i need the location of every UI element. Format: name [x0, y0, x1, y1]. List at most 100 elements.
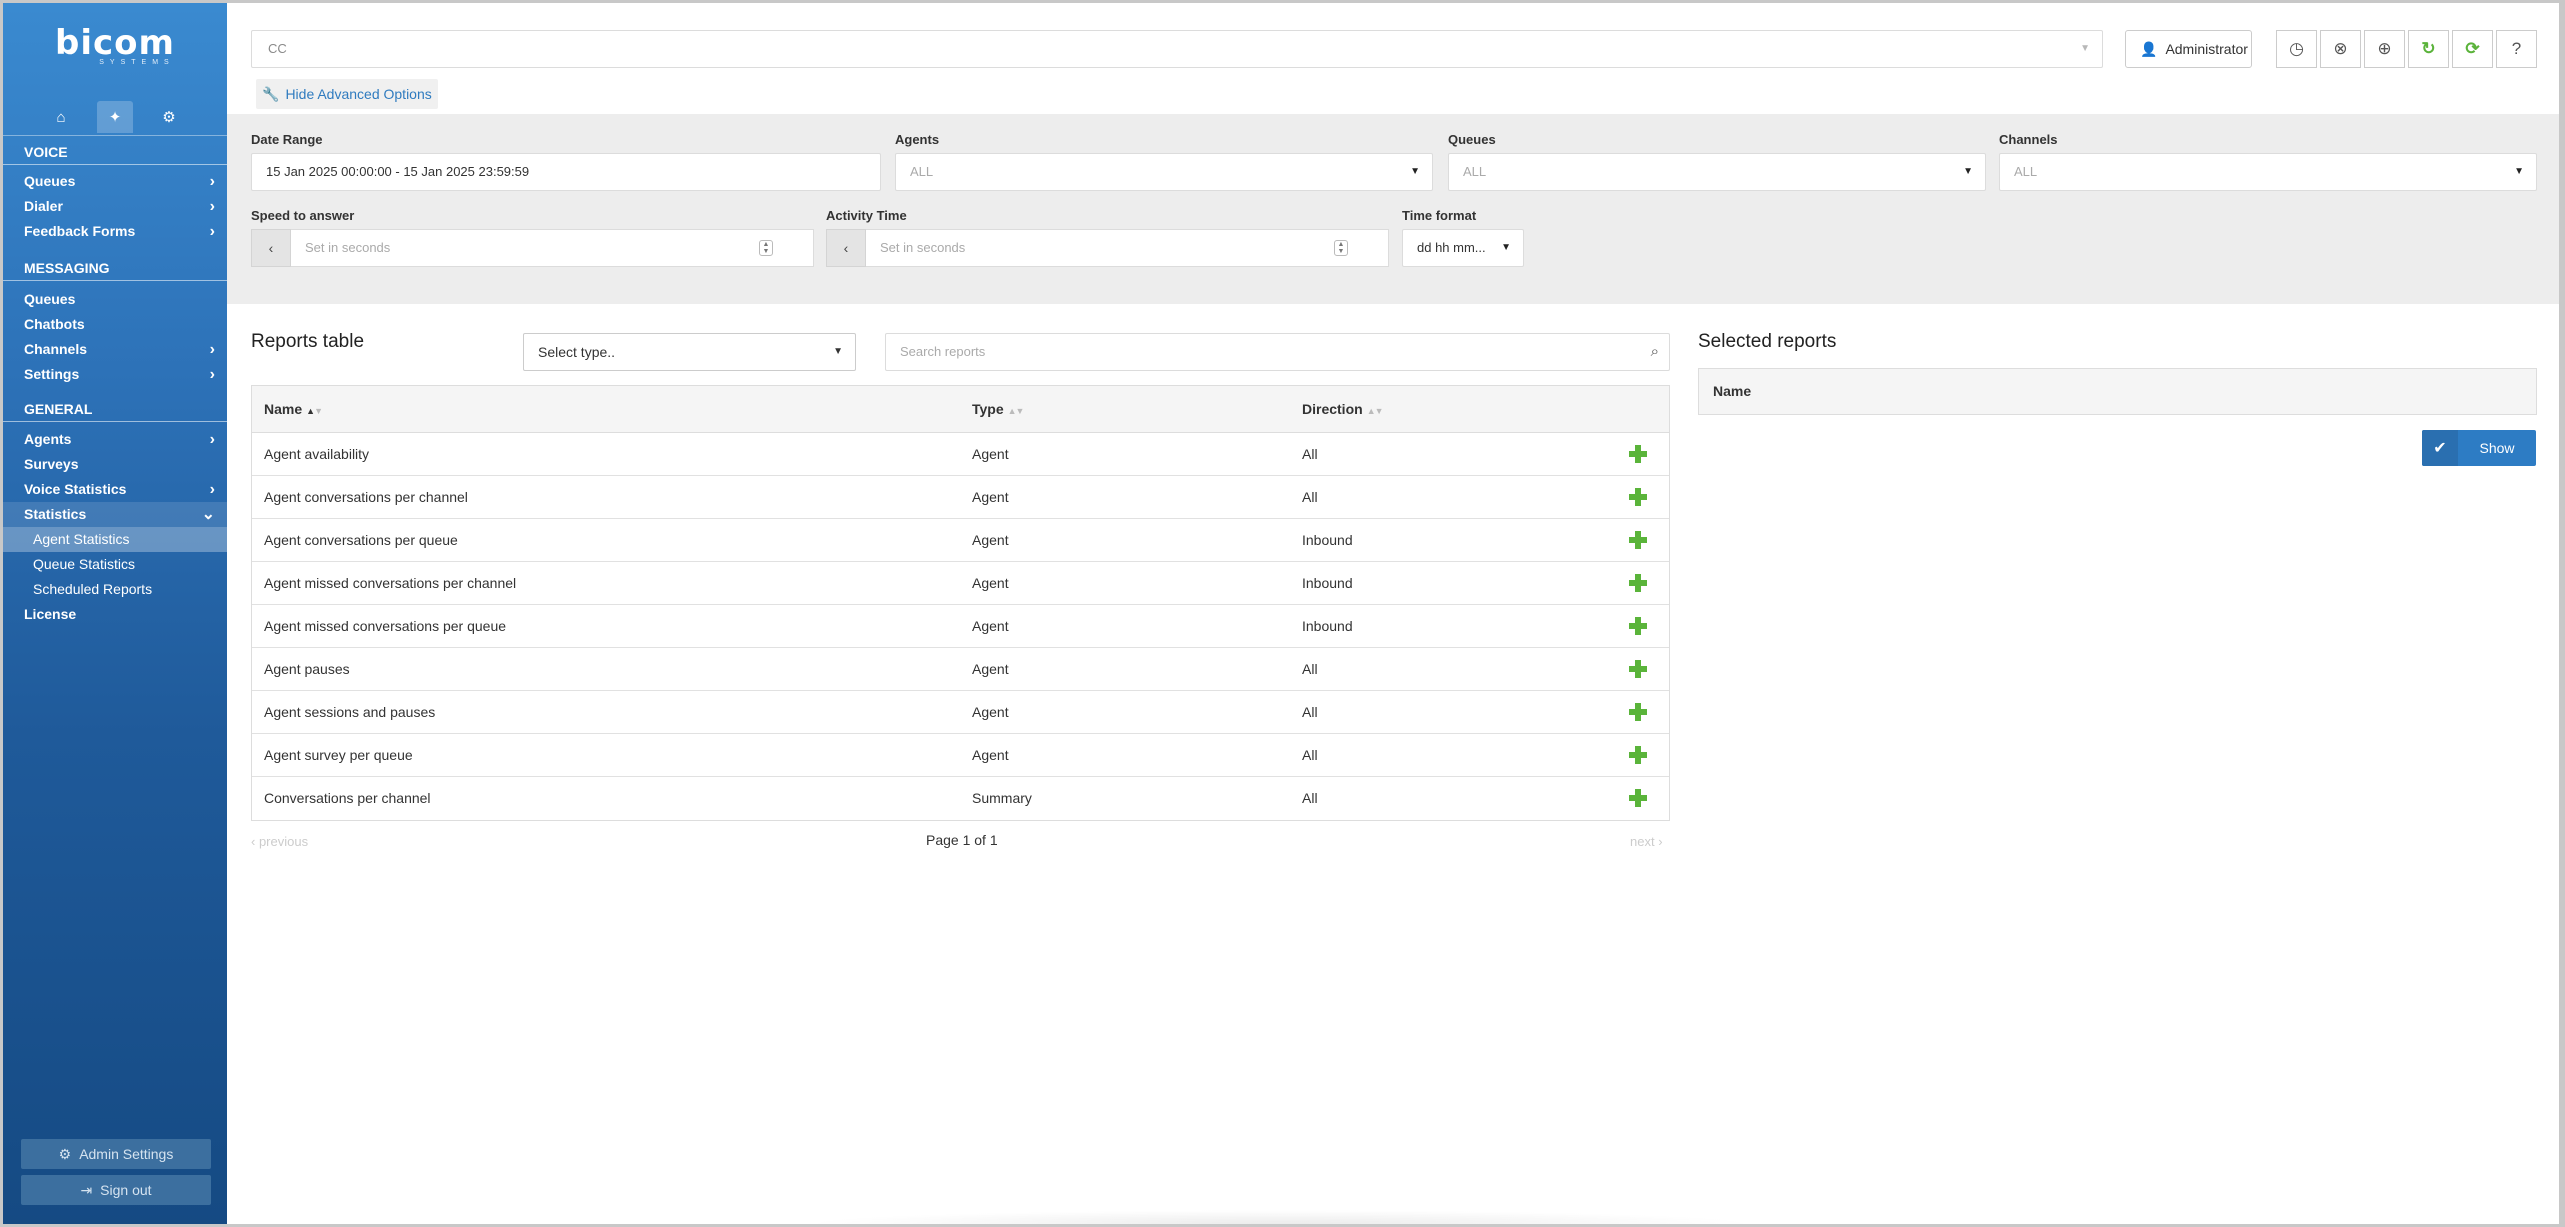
caret-down-icon: ▼	[833, 346, 843, 357]
cell-type: Agent	[972, 747, 1009, 763]
date-range-input[interactable]: 15 Jan 2025 00:00:00 - 15 Jan 2025 23:59…	[251, 153, 881, 191]
sidebar-item-license[interactable]: License	[3, 602, 227, 627]
section-messaging: MESSAGING	[24, 260, 110, 276]
admin-settings-label: Admin Settings	[79, 1146, 174, 1162]
chevron-right-icon: ›	[209, 431, 215, 448]
sidebar-item-settings[interactable]: Settings ›	[3, 362, 227, 387]
cell-name: Agent pauses	[264, 661, 350, 677]
table-row[interactable]: Agent survey per queue Agent All	[252, 734, 1669, 777]
sidebar-item-feedback-forms[interactable]: Feedback Forms ›	[3, 219, 227, 244]
lifebuoy-icon[interactable]: ⊗	[2320, 30, 2361, 68]
sidebar-item-voice-statistics[interactable]: Voice Statistics ›	[3, 477, 227, 502]
pagination-next[interactable]: next ›	[1630, 834, 1663, 849]
cell-type: Agent	[972, 489, 1009, 505]
sort-icon: ▲▼	[306, 406, 323, 416]
column-header-type[interactable]: Type ▲▼	[972, 386, 1024, 434]
table-row[interactable]: Agent pauses Agent All	[252, 648, 1669, 691]
hide-advanced-options-toggle[interactable]: 🔧 Hide Advanced Options	[256, 79, 438, 109]
cell-name: Agent sessions and pauses	[264, 704, 436, 720]
search-reports-input[interactable]: Search reports ⌕	[885, 333, 1670, 371]
sync-icon[interactable]: ⟳	[2452, 30, 2493, 68]
user-menu-button[interactable]: 👤 Administrator	[2125, 30, 2252, 68]
chevron-left-icon[interactable]: ‹	[826, 229, 866, 267]
time-format-select[interactable]: dd hh mm... ▼	[1402, 229, 1524, 267]
add-report-icon[interactable]	[1626, 571, 1650, 595]
sidebar-item-dialer[interactable]: Dialer ›	[3, 194, 227, 219]
sidebar-item-scheduled-reports[interactable]: Scheduled Reports	[3, 577, 227, 602]
chevron-left-icon[interactable]: ‹	[251, 229, 291, 267]
clock-icon[interactable]: ◷	[2276, 30, 2317, 68]
sort-icon: ▲▼	[1366, 406, 1384, 416]
add-report-icon[interactable]	[1626, 442, 1650, 466]
sidebar-item-statistics[interactable]: Statistics ⌄	[3, 502, 227, 527]
add-report-icon[interactable]	[1626, 614, 1650, 638]
sign-out-icon: ⇥	[80, 1181, 93, 1198]
sidebar-item-messaging-queues[interactable]: Queues	[3, 287, 227, 312]
column-header-name[interactable]: Name ▲▼	[264, 386, 323, 434]
cell-name: Agent missed conversations per channel	[264, 575, 517, 591]
queues-select[interactable]: ALL ▼	[1448, 153, 1986, 191]
cell-type: Agent	[972, 704, 1009, 720]
search-reports-placeholder: Search reports	[900, 344, 986, 359]
channels-select[interactable]: ALL ▼	[1999, 153, 2537, 191]
check-icon: ✔	[2422, 430, 2458, 466]
add-report-icon[interactable]	[1626, 700, 1650, 724]
show-button[interactable]: ✔ Show	[2422, 430, 2536, 466]
brand-logo[interactable]: bicom SYSTEMS	[3, 25, 227, 66]
channels-select-value: ALL	[2014, 164, 2038, 179]
sidebar-item-agents[interactable]: Agents ›	[3, 427, 227, 452]
cell-name: Agent survey per queue	[264, 747, 413, 763]
sidebar-item-voice-queues[interactable]: Queues ›	[3, 169, 227, 194]
sidebar-item-channels[interactable]: Channels ›	[3, 337, 227, 362]
sign-out-button[interactable]: ⇥ Sign out	[21, 1175, 211, 1205]
speed-to-answer-input[interactable]: Set in seconds ▲ ▼	[291, 229, 814, 267]
add-report-icon[interactable]	[1626, 786, 1650, 810]
activity-time-field: ‹ Set in seconds ▲ ▼	[826, 229, 1389, 267]
column-label: Direction	[1302, 401, 1363, 417]
cogs-icon[interactable]: ⚙	[151, 101, 187, 133]
add-report-icon[interactable]	[1626, 743, 1650, 767]
table-row[interactable]: Agent missed conversations per queue Agen…	[252, 605, 1669, 648]
refresh-icon[interactable]: ↻	[2408, 30, 2449, 68]
selected-reports-table: Name	[1698, 368, 2537, 415]
cell-type: Summary	[972, 790, 1032, 806]
table-row[interactable]: Agent conversations per channel Agent All	[252, 476, 1669, 519]
add-report-icon[interactable]	[1626, 528, 1650, 552]
pagination-previous-label: previous	[258, 834, 309, 849]
date-range-label: Date Range	[251, 132, 323, 147]
cell-direction: All	[1302, 489, 1318, 505]
activity-time-input[interactable]: Set in seconds ▲ ▼	[866, 229, 1389, 267]
chevron-right-icon: ›	[209, 341, 215, 358]
spinner-icon[interactable]: ▲ ▼	[759, 240, 773, 256]
globe-icon[interactable]: ⊕	[2364, 30, 2405, 68]
cell-type: Agent	[972, 575, 1009, 591]
table-row[interactable]: Agent availability Agent All	[252, 433, 1669, 476]
admin-settings-button[interactable]: ⚙ Admin Settings	[21, 1139, 211, 1169]
add-report-icon[interactable]	[1626, 657, 1650, 681]
sidebar-item-agent-statistics[interactable]: Agent Statistics	[3, 527, 227, 552]
home-icon[interactable]: ⌂	[43, 101, 79, 133]
chevron-down-icon: ⌄	[201, 506, 215, 523]
sidebar-item-queue-statistics[interactable]: Queue Statistics	[3, 552, 227, 577]
column-header-direction[interactable]: Direction ▲▼	[1302, 386, 1384, 434]
hide-advanced-options-label: Hide Advanced Options	[285, 86, 432, 102]
table-row[interactable]: Conversations per channel Summary All	[252, 777, 1669, 820]
help-icon[interactable]: ?	[2496, 30, 2537, 68]
satellite-icon[interactable]: ✦	[97, 101, 133, 133]
pagination-previous[interactable]: ‹ previous	[251, 834, 308, 849]
table-row[interactable]: Agent conversations per queue Agent Inboun…	[252, 519, 1669, 562]
tenant-select[interactable]: CC ▼	[251, 30, 2103, 68]
cell-direction: All	[1302, 747, 1318, 763]
column-label: Type	[972, 401, 1004, 417]
caret-down-icon: ▼	[1501, 242, 1511, 253]
search-icon: ⌕	[1650, 343, 1659, 360]
spinner-icon[interactable]: ▲ ▼	[1334, 240, 1348, 256]
report-type-select[interactable]: Select type.. ▼	[523, 333, 856, 371]
sidebar-item-chatbots[interactable]: Chatbots	[3, 312, 227, 337]
sidebar-item-label: Scheduled Reports	[33, 581, 153, 597]
table-row[interactable]: Agent sessions and pauses Agent All	[252, 691, 1669, 734]
table-row[interactable]: Agent missed conversations per channel Ag…	[252, 562, 1669, 605]
add-report-icon[interactable]	[1626, 485, 1650, 509]
sidebar-item-surveys[interactable]: Surveys	[3, 452, 227, 477]
agents-select[interactable]: ALL ▼	[895, 153, 1433, 191]
